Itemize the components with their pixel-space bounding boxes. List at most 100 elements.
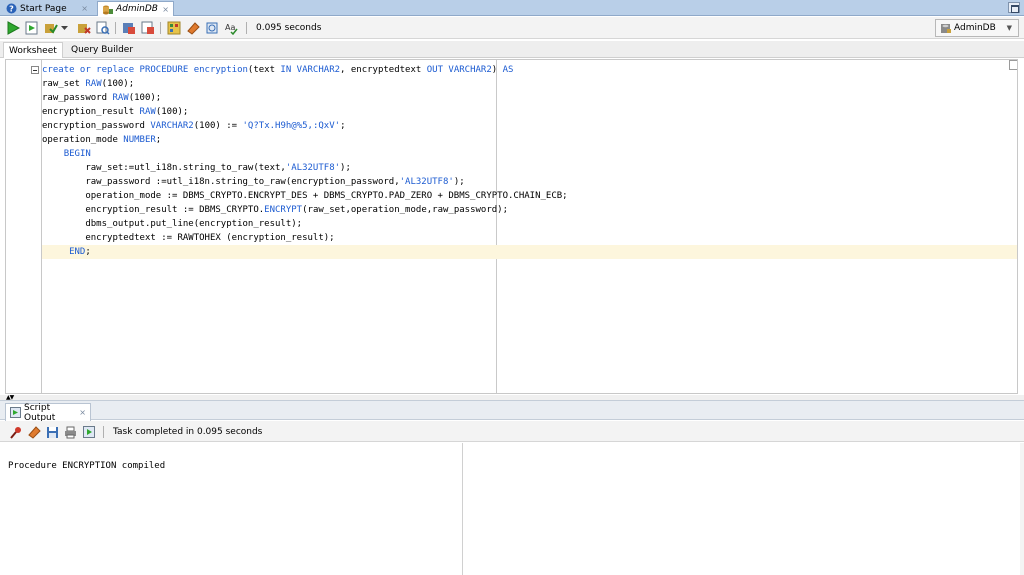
run-statement-button[interactable] (5, 20, 21, 36)
close-icon[interactable]: × (162, 5, 169, 14)
code-keyword: RAW (85, 79, 102, 89)
tab-admindb[interactable]: AdminDB × (97, 1, 174, 16)
play-icon (7, 21, 20, 35)
code-string: 'Q?Tx.H9h@%5,:QxV' (242, 121, 341, 131)
pin-button[interactable] (8, 424, 24, 440)
eraser-icon (27, 425, 41, 439)
clear-button[interactable] (185, 20, 201, 36)
tab-label: Start Page (20, 3, 67, 14)
code-token: encryptedtext := RAWTOHEX (encryption_re… (42, 233, 335, 243)
toolbar-separator (246, 22, 247, 34)
history-icon (167, 21, 181, 35)
code-line[interactable]: operation_mode := DBMS_CRYPTO.ENCRYPT_DE… (42, 189, 1017, 203)
code-token: encryption_password (42, 121, 151, 131)
code-string: 'AL32UTF8' (285, 163, 341, 173)
script-output-panel[interactable]: Procedure ENCRYPTION compiled (0, 443, 1024, 575)
spelling-button[interactable]: Aa (223, 20, 239, 36)
code-line[interactable]: create or replace PROCEDURE encryption(t… (42, 63, 1017, 77)
code-token: raw_set (42, 79, 86, 89)
code-line[interactable]: dbms_output.put_line(encryption_result); (42, 217, 1017, 231)
tab-query-builder[interactable]: Query Builder (66, 42, 138, 58)
format-icon (206, 22, 218, 34)
tab-worksheet[interactable]: Worksheet (3, 42, 63, 58)
unshared-sql-button[interactable] (140, 20, 156, 36)
code-keyword: BEGIN (63, 149, 91, 159)
code-line[interactable]: encryption_result := DBMS_CRYPTO.ENCRYPT… (42, 203, 1017, 217)
rollback-icon (78, 24, 91, 34)
code-token: ); (340, 163, 351, 173)
code-line[interactable]: END; (42, 245, 1017, 259)
code-keyword: create or replace PROCEDURE encryption (42, 65, 248, 75)
code-keyword: NUMBER (123, 135, 156, 145)
explain-plan-icon (96, 21, 110, 35)
format-button[interactable] (204, 20, 220, 36)
code-token: operation_mode := DBMS_CRYPTO.ENCRYPT_DE… (42, 191, 568, 201)
explain-plan-button[interactable] (95, 20, 111, 36)
help-icon: ? (6, 3, 17, 14)
code-line[interactable]: operation_mode NUMBER; (42, 133, 1017, 147)
code-line[interactable]: raw_set:=utl_i18n.string_to_raw(text,'AL… (42, 161, 1017, 175)
commit-button[interactable] (43, 20, 59, 36)
code-token: ; (155, 135, 162, 145)
task-status: Task completed in 0.095 seconds (113, 427, 263, 437)
dropdown-icon[interactable] (60, 20, 68, 36)
code-keyword: VARCHAR2 (150, 121, 194, 131)
clear-output-button[interactable] (26, 424, 42, 440)
run-script-button[interactable] (24, 20, 40, 36)
elapsed-time: 0.095 seconds (256, 23, 322, 33)
code-keyword: AS (502, 65, 514, 75)
code-token: operation_mode (42, 135, 124, 145)
toolbar-separator (115, 22, 116, 34)
code-line[interactable]: raw_set RAW(100); (42, 77, 1017, 91)
output-divider (462, 443, 463, 575)
code-token: (text (247, 65, 281, 75)
connection-select[interactable]: AdminDB ▼ (935, 19, 1019, 37)
worksheet-toolbar: Aa 0.095 seconds AdminDB ▼ (0, 17, 1024, 39)
code-fold-icon[interactable] (31, 66, 39, 74)
code-keyword: ENCRYPT (264, 205, 303, 215)
code-token: (100); (101, 79, 135, 89)
code-line[interactable]: encryption_result RAW(100); (42, 105, 1017, 119)
code-keyword: RAW (112, 93, 129, 103)
script-output-icon (10, 407, 21, 418)
svg-text:Aa: Aa (225, 23, 235, 32)
database-icon (940, 23, 951, 34)
output-toolbar: Task completed in 0.095 seconds (0, 421, 1024, 442)
code-token: , encryptedtext (340, 65, 427, 75)
code-area[interactable]: create or replace PROCEDURE encryption(t… (42, 63, 1017, 259)
tab-label: AdminDB (116, 4, 158, 14)
toolbar-separator (103, 426, 104, 438)
maximize-window-button[interactable] (1008, 2, 1020, 13)
code-token: dbms_output.put_line(encryption_result); (42, 219, 303, 229)
tab-start-page[interactable]: ? Start Page × (2, 1, 92, 16)
code-line[interactable]: encryption_password VARCHAR2(100) := 'Q?… (42, 119, 1017, 133)
code-line[interactable]: raw_password :=utl_i18n.string_to_raw(en… (42, 175, 1017, 189)
close-icon[interactable]: × (81, 4, 88, 13)
save-output-button[interactable] (44, 424, 60, 440)
chevron-down-icon: ▼ (1006, 24, 1012, 32)
print-output-button[interactable] (62, 424, 78, 440)
tab-script-output[interactable]: Script Output × (5, 403, 91, 423)
autotrace-button[interactable] (121, 20, 137, 36)
window-edge (1020, 443, 1024, 575)
code-line[interactable]: encryptedtext := RAWTOHEX (encryption_re… (42, 231, 1017, 245)
code-token: encryption_result := DBMS_CRYPTO. (42, 205, 265, 215)
code-keyword: RAW (139, 107, 156, 117)
code-line[interactable]: raw_password RAW(100); (42, 91, 1017, 105)
unshared-sql-icon (141, 21, 154, 34)
sql-history-button[interactable] (166, 20, 182, 36)
code-string: 'AL32UTF8' (399, 177, 454, 187)
close-icon[interactable]: × (79, 408, 86, 417)
svg-text:?: ? (9, 5, 14, 14)
code-token: (100); (128, 93, 162, 103)
view-output-button[interactable] (81, 424, 97, 440)
rollback-button[interactable] (76, 20, 92, 36)
code-token: raw_password :=utl_i18n.string_to_raw(en… (42, 177, 400, 187)
code-line[interactable]: BEGIN (42, 147, 1017, 161)
output-tab-bar: Script Output × (0, 400, 1024, 423)
code-token: ; (340, 121, 346, 131)
sql-editor[interactable]: create or replace PROCEDURE encryption(t… (5, 59, 1018, 394)
script-run-icon (25, 21, 38, 35)
